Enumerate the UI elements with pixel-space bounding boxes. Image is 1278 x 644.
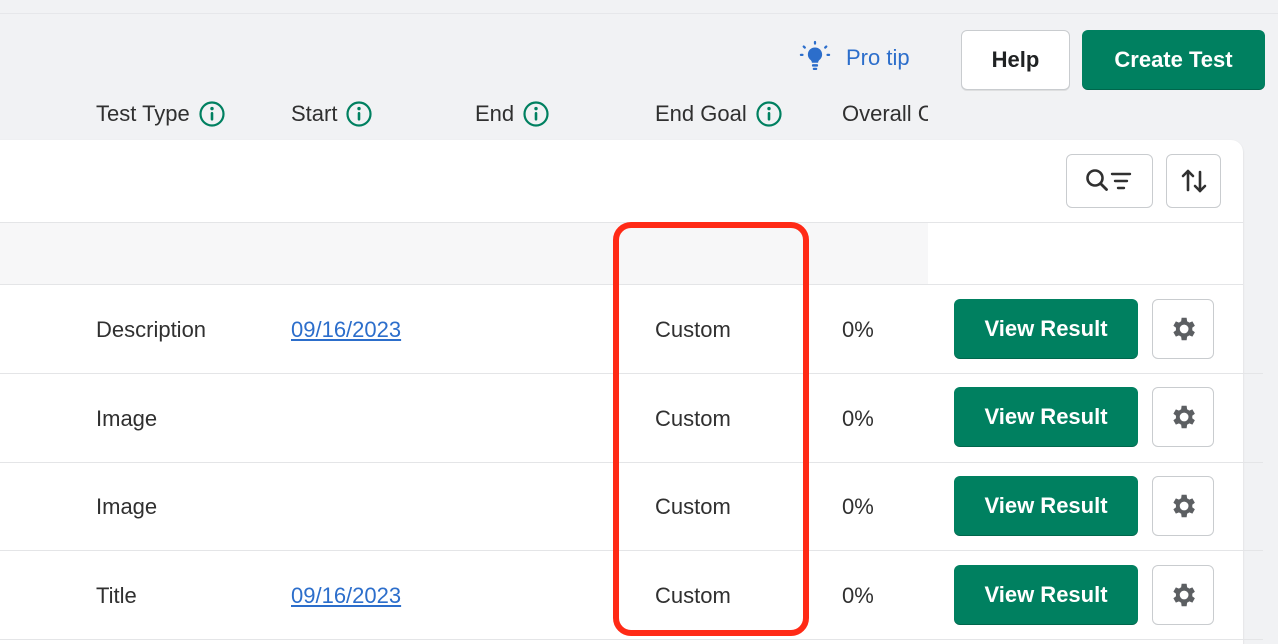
end-goal-cell: Custom [655, 405, 731, 431]
settings-button[interactable] [1152, 565, 1214, 625]
info-icon[interactable] [522, 100, 550, 128]
overall-cell: 0% [842, 493, 874, 519]
column-header-label: Start [291, 100, 338, 126]
search-filter-button[interactable] [1066, 154, 1153, 208]
start-date-cell: 09/16/2023 [291, 285, 401, 374]
column-header-end-goal: End Goal [655, 82, 783, 145]
gear-icon [1173, 317, 1195, 341]
sort-button[interactable] [1166, 154, 1221, 208]
table-row: Description 09/16/2023 Custom 0% View Re… [0, 285, 1263, 374]
table-row: Image Custom 0% View Result [0, 462, 1263, 551]
start-date-cell: 09/16/2023 [291, 551, 401, 640]
test-type-cell: Image [96, 405, 158, 431]
column-header-test-type: Test Type [96, 82, 226, 145]
settings-button[interactable] [1152, 476, 1214, 536]
column-header-label: End [475, 100, 515, 126]
table-header-actions-cell [928, 222, 1243, 285]
end-goal-cell: Custom [655, 493, 731, 519]
column-header-start: Start [291, 82, 373, 145]
overall-cell: 0% [842, 316, 874, 342]
settings-button[interactable] [1152, 387, 1214, 447]
pro-tip-label: Pro tip [846, 45, 910, 70]
test-type-cell: Description [96, 316, 207, 342]
view-result-button[interactable]: View Result [954, 476, 1138, 536]
info-icon[interactable] [755, 100, 783, 128]
info-icon[interactable] [198, 100, 226, 128]
info-icon[interactable] [345, 100, 373, 128]
create-test-button[interactable]: Create Test [1082, 30, 1265, 90]
column-header-end: End [475, 82, 550, 145]
column-header-overall: Overall C [842, 82, 928, 145]
end-goal-cell: Custom [655, 316, 731, 342]
table-row: Title 09/16/2023 Custom 0% View Result [0, 551, 1263, 640]
lightbulb-icon [799, 40, 831, 70]
end-goal-cell: Custom [655, 582, 731, 608]
sort-arrows-icon [1181, 169, 1206, 193]
help-button[interactable]: Help [961, 30, 1070, 90]
pro-tip-link[interactable]: Pro tip [796, 38, 910, 78]
column-header-label: Overall C [842, 100, 928, 126]
start-date-link[interactable]: 09/16/2023 [291, 583, 401, 609]
test-type-cell: Title [96, 582, 137, 608]
column-header-label: Test Type [96, 100, 190, 126]
gear-icon [1173, 494, 1195, 518]
search-filter-icon [1085, 169, 1131, 191]
view-result-button[interactable]: View Result [954, 299, 1138, 359]
overall-cell: 0% [842, 405, 874, 431]
view-result-button[interactable]: View Result [954, 565, 1138, 625]
overall-cell: 0% [842, 582, 874, 608]
gear-icon [1173, 405, 1195, 429]
column-header-label: End Goal [655, 100, 747, 126]
view-result-button[interactable]: View Result [954, 387, 1138, 447]
table-row: Image Custom 0% View Result [0, 374, 1263, 463]
test-type-cell: Image [96, 493, 158, 519]
top-bar [0, 0, 1278, 14]
start-date-link[interactable]: 09/16/2023 [291, 317, 401, 343]
gear-icon [1173, 583, 1195, 607]
settings-button[interactable] [1152, 299, 1214, 359]
